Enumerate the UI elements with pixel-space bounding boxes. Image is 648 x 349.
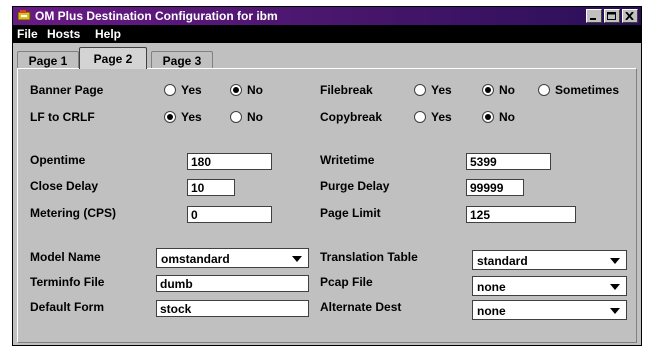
opentime-field[interactable]: 180 xyxy=(187,153,272,170)
radio-button-selected-icon xyxy=(164,111,176,123)
purge-delay-label: Purge Delay xyxy=(320,179,390,193)
metering-field[interactable]: 0 xyxy=(187,206,272,223)
copybreak-yes-radio[interactable]: Yes xyxy=(414,110,452,124)
radio-label: Yes xyxy=(431,83,452,97)
radio-button-icon xyxy=(414,84,426,96)
model-name-label: Model Name xyxy=(30,250,101,264)
copybreak-no-radio[interactable]: No xyxy=(482,110,515,124)
radio-button-icon xyxy=(230,111,242,123)
title-bar[interactable]: OM Plus Destination Configuration for ib… xyxy=(13,7,641,25)
translation-table-value: standard xyxy=(477,254,528,268)
radio-button-icon xyxy=(164,84,176,96)
radio-label: No xyxy=(247,83,263,97)
radio-label: No xyxy=(247,110,263,124)
radio-label: Yes xyxy=(181,83,202,97)
radio-button-icon xyxy=(414,111,426,123)
terminfo-file-label: Terminfo File xyxy=(30,275,105,289)
minimize-button[interactable] xyxy=(586,9,602,23)
window-controls xyxy=(586,9,638,23)
alternate-dest-select[interactable]: none xyxy=(472,300,627,320)
terminfo-file-field[interactable]: dumb xyxy=(156,275,309,292)
banner-page-label: Banner Page xyxy=(30,83,104,97)
copybreak-label: Copybreak xyxy=(320,110,383,124)
page-2-panel: Banner Page Yes No Filebreak Yes No Some… xyxy=(17,68,637,343)
pcap-file-label: Pcap File xyxy=(320,275,373,289)
page-limit-field[interactable]: 125 xyxy=(466,206,576,223)
filebreak-label: Filebreak xyxy=(320,83,373,97)
radio-label: No xyxy=(499,83,515,97)
lf-to-crlf-no-radio[interactable]: No xyxy=(230,110,263,124)
tab-page-1[interactable]: Page 1 xyxy=(17,51,79,69)
lf-to-crlf-yes-radio[interactable]: Yes xyxy=(164,110,202,124)
chevron-down-icon xyxy=(610,284,620,290)
translation-table-select[interactable]: standard xyxy=(472,250,627,270)
lf-to-crlf-label: LF to CRLF xyxy=(30,110,95,124)
writetime-field[interactable]: 5399 xyxy=(466,153,551,170)
banner-page-yes-radio[interactable]: Yes xyxy=(164,83,202,97)
radio-button-selected-icon xyxy=(482,84,494,96)
page-limit-label: Page Limit xyxy=(320,206,381,220)
close-delay-field[interactable]: 10 xyxy=(187,179,235,196)
radio-label: Yes xyxy=(181,110,202,124)
config-window: OM Plus Destination Configuration for ib… xyxy=(12,6,642,346)
radio-label: No xyxy=(499,110,515,124)
filebreak-no-radio[interactable]: No xyxy=(482,83,515,97)
close-icon xyxy=(625,12,634,20)
maximize-icon xyxy=(607,12,616,20)
filebreak-yes-radio[interactable]: Yes xyxy=(414,83,452,97)
radio-button-selected-icon xyxy=(230,84,242,96)
tab-page-3[interactable]: Page 3 xyxy=(151,51,213,69)
alternate-dest-value: none xyxy=(477,304,506,318)
writetime-label: Writetime xyxy=(320,153,375,167)
model-name-select[interactable]: omstandard xyxy=(156,248,309,268)
menu-bar: File Hosts Help xyxy=(13,25,641,43)
radio-label: Yes xyxy=(431,110,452,124)
translation-table-label: Translation Table xyxy=(320,250,418,264)
window-title: OM Plus Destination Configuration for ib… xyxy=(35,9,278,23)
pcap-file-select[interactable]: none xyxy=(472,276,627,296)
default-form-label: Default Form xyxy=(30,300,105,314)
minimize-icon xyxy=(590,18,596,20)
close-delay-label: Close Delay xyxy=(30,179,99,193)
banner-page-no-radio[interactable]: No xyxy=(230,83,263,97)
menu-help[interactable]: Help xyxy=(95,27,121,41)
default-form-field[interactable]: stock xyxy=(156,300,309,317)
menu-file[interactable]: File xyxy=(17,27,38,41)
filebreak-sometimes-radio[interactable]: Sometimes xyxy=(538,83,619,97)
close-button[interactable] xyxy=(622,9,638,23)
radio-button-icon xyxy=(538,84,550,96)
chevron-down-icon xyxy=(610,258,620,264)
menu-hosts[interactable]: Hosts xyxy=(47,27,80,41)
chevron-down-icon xyxy=(610,308,620,314)
model-name-value: omstandard xyxy=(161,252,230,266)
radio-label: Sometimes xyxy=(555,83,620,97)
pcap-file-value: none xyxy=(477,280,506,294)
alternate-dest-label: Alternate Dest xyxy=(320,300,402,314)
radio-button-selected-icon xyxy=(482,111,494,123)
maximize-button[interactable] xyxy=(604,9,620,23)
app-icon xyxy=(17,10,31,21)
purge-delay-field[interactable]: 99999 xyxy=(466,179,524,196)
tab-page-2[interactable]: Page 2 xyxy=(79,47,147,69)
chevron-down-icon xyxy=(292,256,302,262)
opentime-label: Opentime xyxy=(30,153,86,167)
metering-label: Metering (CPS) xyxy=(30,206,117,220)
